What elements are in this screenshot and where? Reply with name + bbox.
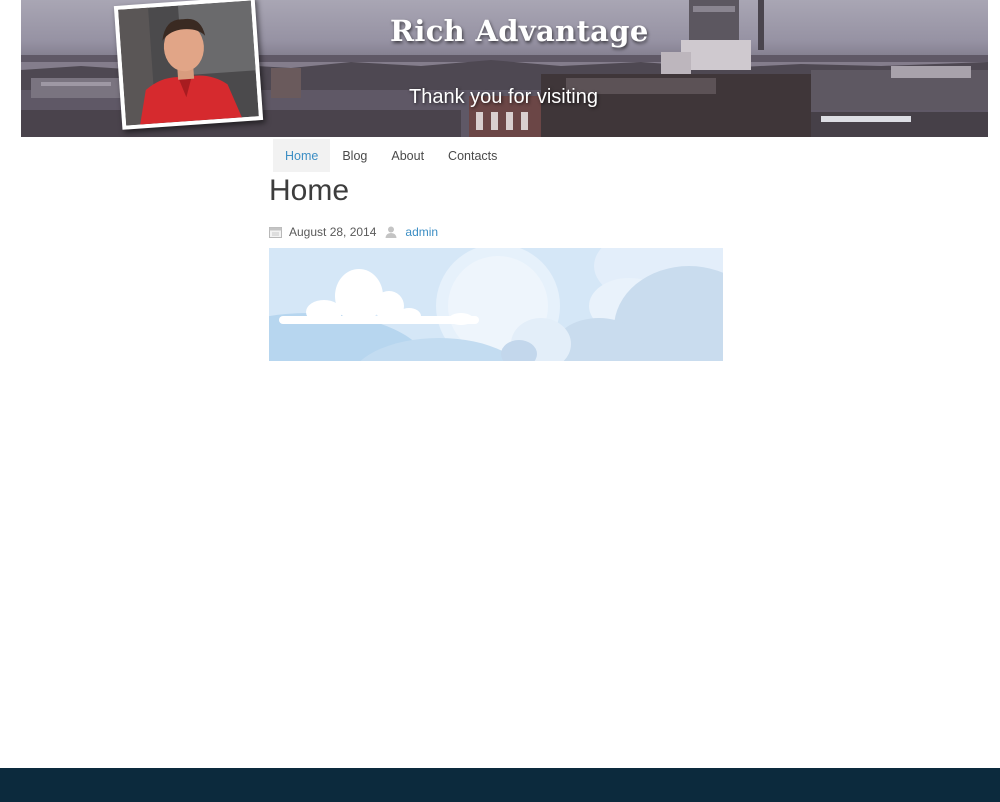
page-title: Home [269, 174, 350, 207]
nav-item-contacts[interactable]: Contacts [436, 139, 509, 172]
cloud-sky-illustration [269, 248, 723, 361]
main-nav: Home Blog About Contacts [273, 139, 509, 172]
featured-image [269, 248, 723, 361]
nav-item-blog[interactable]: Blog [330, 139, 379, 172]
user-icon [385, 226, 397, 238]
nav-item-home[interactable]: Home [273, 139, 331, 172]
site-tagline: Thank you for visiting [409, 86, 598, 108]
site-title[interactable]: Rich Advantage [390, 14, 680, 48]
post-meta: August 28, 2014 admin [269, 224, 438, 240]
calendar-icon [269, 226, 282, 238]
person-photo-image [118, 0, 259, 126]
portrait-photo [113, 0, 264, 130]
nav-item-about[interactable]: About [379, 139, 436, 172]
footer-bar [0, 768, 1000, 802]
post-date: August 28, 2014 [289, 225, 377, 239]
post-author-link[interactable]: admin [405, 225, 438, 239]
